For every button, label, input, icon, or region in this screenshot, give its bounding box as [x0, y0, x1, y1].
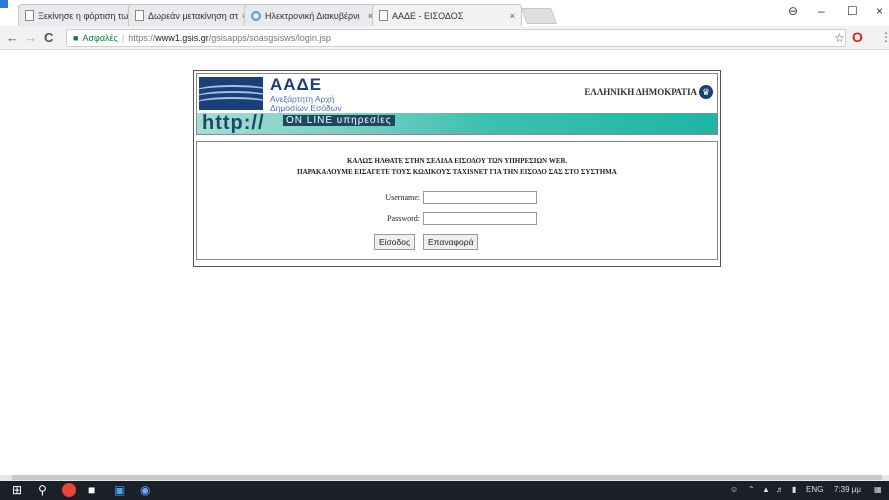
close-icon[interactable]: × [510, 11, 515, 21]
app-corner-icon [0, 0, 8, 8]
brand-title: ΑΑΔΕ [270, 75, 323, 94]
clock[interactable]: 7:39 μμ [834, 485, 861, 494]
brand-subtitle-2: Δημοσίων Εσόδων [270, 103, 342, 113]
browser-toolbar: ← → C ■ Ασφαλές | https://www1.gsis.gr/g… [0, 26, 889, 50]
password-input[interactable] [423, 212, 537, 225]
tab-charging[interactable]: Ξεκίνησε η φόρτιση των × [18, 4, 144, 26]
url-scheme: https:// [128, 33, 156, 43]
aade-logo-icon [199, 77, 263, 110]
people-icon[interactable]: ☺ [730, 485, 738, 494]
scrollbar-thumb[interactable] [12, 475, 882, 480]
greek-emblem-icon: ♛ [699, 85, 713, 99]
language-indicator[interactable]: ENG [806, 485, 823, 494]
close-window-button[interactable]: × [876, 4, 883, 18]
browser-window: Ξεκίνησε η φόρτιση των × Δωρεάν μετακίνη… [0, 0, 889, 481]
tab-aade-login[interactable]: ΑΑΔΕ - ΕΙΣΟΔΟΣ × [372, 4, 522, 26]
back-arrow-icon[interactable]: ← [6, 30, 19, 45]
tab-label: Ηλεκτρονική Διακυβέρνι [265, 10, 360, 21]
battery-icon[interactable]: ▮ [792, 485, 796, 494]
tab-egovernment[interactable]: Ηλεκτρονική Διακυβέρνι × [244, 4, 380, 26]
divider: | [121, 33, 125, 43]
username-label: Username: [385, 193, 420, 202]
minimize-button[interactable]: – [818, 4, 825, 18]
welcome-text: ΚΑΛΩΣ ΗΛΘΑΤΕ ΣΤΗΝ ΣΕΛΙΔΑ ΕΙΣΟΔΟΥ ΤΩΝ ΥΠΗ… [197, 156, 717, 178]
url-path: /gsisapps/soasgsisws/login.jsp [208, 33, 331, 43]
login-button[interactable]: Είσοδος [374, 234, 416, 250]
forward-arrow-icon[interactable]: → [24, 30, 37, 45]
teamviewer-icon[interactable]: ▣ [114, 483, 125, 497]
page-icon [135, 10, 144, 21]
loading-icon [251, 10, 261, 21]
media-icon[interactable]: ◉ [140, 483, 150, 497]
address-bar[interactable]: ■ Ασφαλές | https://www1.gsis.gr/gsisapp… [66, 29, 846, 47]
tab-label: ΑΑΔΕ - ΕΙΣΟΔΟΣ [392, 10, 464, 21]
page-icon [25, 10, 34, 21]
password-label: Password: [387, 214, 420, 223]
page-content: ΑΑΔΕ Ανεξάρτητη Αρχή Δημοσίων Εσόδων ΕΛΛ… [0, 51, 889, 475]
network-icon[interactable]: ▲ [762, 485, 770, 494]
new-tab-button[interactable] [521, 8, 557, 24]
online-text: ON LINE υπηρεσίες [283, 115, 395, 126]
url-host: www1.gsis.gr [155, 33, 209, 43]
online-strip [197, 113, 717, 134]
username-input[interactable] [423, 191, 537, 204]
windows-taskbar: ⊞ ⚲ ■ ▣ ◉ ☺ ⌃ ▲ ♬ ▮ ENG 7:39 μμ ▦ [0, 481, 889, 500]
windows-start-icon[interactable]: ⊞ [12, 483, 22, 497]
republic-label: ΕΛΛΗΝΙΚΗ ΔΗΜΟΚΡΑΤΙΑ [584, 87, 697, 97]
notifications-icon[interactable]: ▦ [874, 485, 882, 494]
tab-strip: Ξεκίνησε η φόρτιση των × Δωρεάν μετακίνη… [0, 0, 889, 26]
volume-icon[interactable]: ♬ [776, 485, 784, 494]
profile-icon[interactable]: ⊖ [788, 4, 798, 18]
login-panel: ΑΑΔΕ Ανεξάρτητη Αρχή Δημοσίων Εσόδων ΕΛΛ… [193, 70, 721, 267]
tab-transport[interactable]: Δωρεάν μετακίνηση στο × [128, 4, 254, 26]
welcome-line-2: ΠΑΡΑΚΑΛΟΥΜΕ ΕΙΣΑΓΕΤΕ ΤΟΥΣ ΚΩΔΙΚΟΥΣ TAXIS… [297, 168, 617, 176]
login-form: ΚΑΛΩΣ ΗΛΘΑΤΕ ΣΤΗΝ ΣΕΛΙΔΑ ΕΙΣΟΔΟΥ ΤΩΝ ΥΠΗ… [196, 141, 718, 260]
tab-label: Ξεκίνησε η φόρτιση των [38, 10, 128, 21]
reload-icon[interactable]: C [44, 30, 53, 45]
bookmark-star-icon[interactable]: ☆ [834, 31, 845, 45]
search-icon[interactable]: ⚲ [38, 483, 47, 497]
opera-icon[interactable]: O [852, 29, 863, 45]
maximize-button[interactable]: ☐ [847, 4, 858, 18]
welcome-line-1: ΚΑΛΩΣ ΗΛΘΑΤΕ ΣΤΗΝ ΣΕΛΙΔΑ ΕΙΣΟΔΟΥ ΤΩΝ ΥΠΗ… [347, 157, 567, 165]
chrome-icon[interactable] [62, 483, 76, 497]
store-icon[interactable]: ■ [88, 483, 95, 497]
reset-button[interactable]: Επαναφορά [423, 234, 479, 250]
http-text: http:// [202, 112, 265, 134]
page-icon [379, 10, 388, 21]
aade-banner: ΑΑΔΕ Ανεξάρτητη Αρχή Δημοσίων Εσόδων ΕΛΛ… [196, 73, 718, 135]
menu-icon[interactable]: ⋮ [880, 30, 889, 44]
lock-icon: ■ [73, 33, 79, 43]
chevron-up-icon[interactable]: ⌃ [748, 485, 755, 494]
online-services-label: ON LINE υπηρεσίες [283, 115, 395, 126]
secure-label: Ασφαλές [82, 33, 118, 43]
tab-label: Δωρεάν μετακίνηση στο [148, 10, 238, 21]
